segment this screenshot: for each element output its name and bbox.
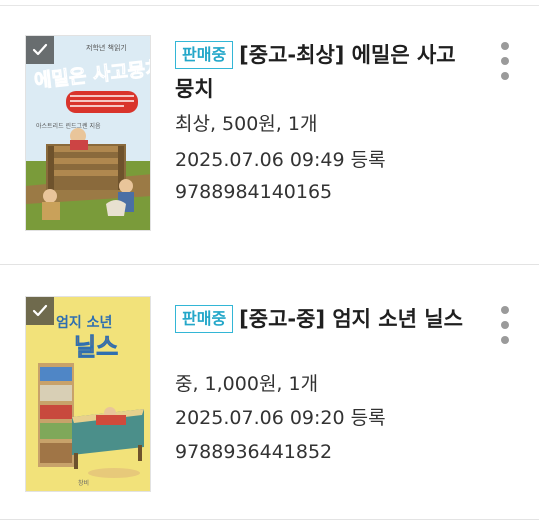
select-checkbox[interactable] (26, 297, 54, 325)
status-badge: 판매중 (175, 41, 234, 69)
listing-title-text: [중고-중] 엄지 소년 닐스 (239, 307, 463, 331)
top-divider (0, 0, 539, 6)
cover-subtitle: 아스트리드 린드그렌 지음 (36, 122, 101, 130)
select-checkbox[interactable] (26, 36, 54, 64)
listing-title[interactable]: 판매중 [중고-최상] 에밀은 사고뭉치 (175, 38, 465, 106)
more-dot-icon (501, 72, 509, 80)
cover-title-line2: 닐스 (74, 333, 118, 361)
more-options-button[interactable] (496, 306, 514, 344)
book-cover-image: 저학년 책읽기 에밀은 사고뭉치 아스트리드 린드그렌 지음 (26, 36, 150, 230)
book-cover-image: 엄지 소년 닐스 창비 (26, 297, 150, 491)
condition-price-quantity: 최상, 500원, 1개 (175, 113, 318, 135)
listing-item[interactable]: 저학년 책읽기 에밀은 사고뭉치 아스트리드 린드그렌 지음 판매중 [중고-최… (0, 30, 539, 250)
status-badge: 판매중 (175, 305, 234, 333)
more-dot-icon (501, 336, 509, 344)
more-dot-icon (501, 42, 509, 50)
listing-title[interactable]: 판매중 [중고-중] 엄지 소년 닐스 (175, 302, 465, 336)
bottom-divider (0, 519, 539, 520)
check-icon (32, 43, 48, 56)
isbn: 9788936441852 (175, 441, 333, 463)
registered-date: 2025.07.06 09:49 등록 (175, 149, 386, 171)
condition-price-quantity: 중, 1,000원, 1개 (175, 373, 319, 395)
registered-date: 2025.07.06 09:20 등록 (175, 407, 386, 429)
check-icon (32, 304, 48, 317)
listing-item[interactable]: 엄지 소년 닐스 창비 판매중 [중고-중] 엄지 소년 닐스 중, 1,000원… (0, 292, 539, 512)
book-cover-thumbnail[interactable]: 저학년 책읽기 에밀은 사고뭉치 아스트리드 린드그렌 지음 (25, 35, 151, 231)
more-options-button[interactable] (496, 42, 514, 80)
cover-title-line1: 엄지 소년 (56, 315, 112, 331)
cover-series: 저학년 책읽기 (86, 43, 127, 52)
more-dot-icon (501, 321, 509, 329)
more-dot-icon (501, 306, 509, 314)
more-dot-icon (501, 57, 509, 65)
cover-publisher: 창비 (78, 479, 89, 487)
isbn: 9788984140165 (175, 181, 333, 203)
row-divider (0, 264, 539, 265)
book-cover-thumbnail[interactable]: 엄지 소년 닐스 창비 (25, 296, 151, 492)
